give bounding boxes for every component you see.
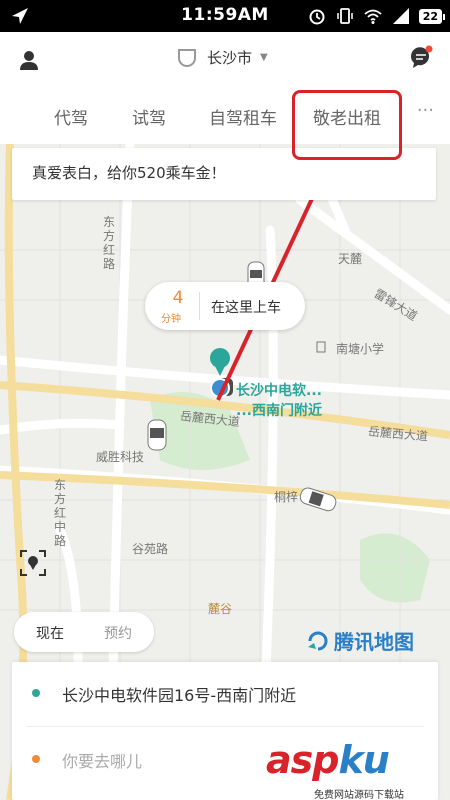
watermark-subtitle: 免费网站源码下载站 — [314, 786, 404, 800]
book-option[interactable]: 预约 — [104, 623, 132, 643]
location-label-line2: ...西南门附近 — [236, 403, 322, 419]
car-icon — [147, 419, 167, 451]
eta-value: 4 — [172, 288, 184, 308]
tencent-map-logo-icon — [308, 631, 328, 650]
alarm-icon — [309, 9, 325, 25]
wifi-icon — [364, 9, 382, 24]
watermark-logo: aspku — [266, 738, 390, 782]
map-label-weisheng: 威胜科技 — [96, 450, 145, 464]
pickup-dot-icon — [32, 689, 40, 697]
destination-input: 你要去哪儿 — [62, 752, 143, 771]
pickup-bubble[interactable]: 4 分钟 在这里上车 — [145, 282, 305, 330]
pickup-pin-icon — [210, 348, 230, 398]
map-label-lugu: 麓谷 — [208, 602, 233, 616]
battery-icon: 22 — [418, 8, 446, 24]
map-label-dongfanghongzhong: 东方红中路 — [54, 478, 67, 548]
more-tabs-button[interactable]: ··· — [417, 100, 434, 121]
map-label-dongfanghonglu: 东方红路 — [103, 215, 116, 271]
locate-me-icon[interactable] — [18, 548, 48, 578]
time-toggle: 现在 预约 — [14, 612, 154, 652]
tab-shijia[interactable]: 试驾 — [132, 104, 166, 129]
promo-text: 真爱表白，给你520乘车金！ — [32, 164, 226, 182]
signal-icon — [392, 8, 409, 24]
destination-dot-icon — [32, 755, 40, 763]
user-icon[interactable] — [18, 49, 40, 71]
message-icon[interactable] — [408, 45, 434, 71]
app-header: 长沙市 ▼ — [0, 32, 450, 88]
pickup-row[interactable]: 长沙中电软件园16号-西南门附近 — [12, 662, 438, 724]
brand-text: 腾讯地图 — [334, 630, 414, 654]
map-label-tianlu: 天麓 — [338, 252, 363, 266]
pickup-address: 长沙中电软件园16号-西南门附近 — [62, 686, 297, 705]
landmark-icon — [316, 341, 326, 353]
tab-zijia-zuche[interactable]: 自驾租车 — [209, 104, 277, 129]
map-label-nanlu-school: 南塘小学 — [336, 342, 385, 356]
status-bar: 11:59AM 22 — [0, 0, 450, 32]
chevron-down-icon: ▼ — [260, 51, 268, 63]
city-name: 长沙市 — [207, 48, 253, 67]
map-label-tongyuan: 桐梓 — [274, 490, 299, 504]
status-icons: 22 — [307, 6, 446, 26]
city-selector[interactable]: 长沙市 ▼ — [175, 46, 268, 68]
map-brand: 腾讯地图 — [306, 626, 414, 655]
didi-logo-icon — [178, 49, 196, 67]
panel-divider — [26, 726, 424, 727]
location-label-line1: 长沙中电软... — [236, 383, 322, 399]
now-option[interactable]: 现在 — [36, 623, 64, 643]
tab-daijia[interactable]: 代驾 — [54, 104, 88, 129]
map-label-gurong: 谷苑路 — [132, 542, 169, 556]
annotation-highlight-box — [292, 90, 402, 160]
eta-unit: 分钟 — [161, 314, 181, 325]
vibrate-icon — [336, 8, 353, 24]
pickup-here-label: 在这里上车 — [211, 300, 281, 316]
bubble-divider — [199, 292, 200, 320]
site-watermark: aspku 免费网站源码下载站 — [264, 738, 444, 800]
